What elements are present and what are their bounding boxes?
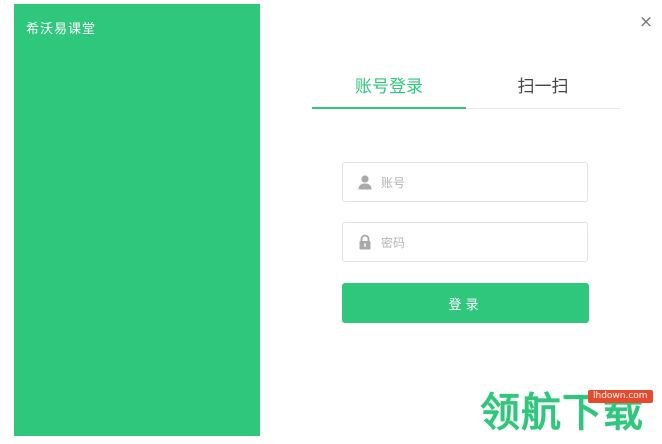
app-title: 希沃易课堂 [26, 22, 97, 37]
tab-account-login[interactable]: 账号登录 [312, 72, 466, 97]
watermark-badge: lhdown.com [588, 390, 653, 403]
account-input[interactable] [379, 171, 583, 195]
login-tabs: 账号登录 扫一扫 [312, 62, 620, 109]
close-button[interactable]: × [636, 12, 656, 32]
brand-panel: 希沃易课堂 [14, 4, 260, 436]
account-field [342, 162, 588, 202]
password-field [342, 222, 588, 262]
active-tab-indicator [312, 107, 466, 109]
login-button[interactable]: 登录 [342, 283, 589, 323]
tab-scan[interactable]: 扫一扫 [466, 72, 620, 97]
lock-icon [359, 234, 371, 250]
watermark-logo: 领航下载 lhdown.com [480, 386, 660, 440]
password-input[interactable] [379, 231, 583, 255]
user-icon [358, 175, 372, 190]
login-window: 希沃易课堂 × 账号登录 扫一扫 登录 领航下载 lhdown.com [0, 0, 662, 444]
